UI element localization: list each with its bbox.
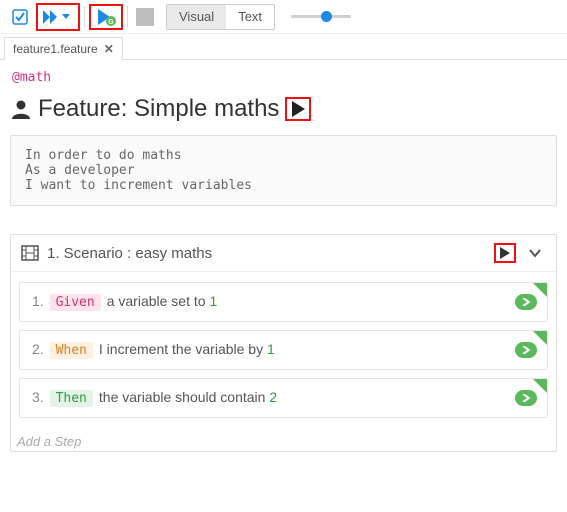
step-keyword: Given — [50, 294, 101, 311]
step-row[interactable]: 1. Given a variable set to 1 — [19, 282, 548, 322]
tab-text[interactable]: Text — [226, 5, 274, 29]
toolbar: G Visual Text — [0, 0, 567, 34]
chevron-down-icon — [62, 14, 70, 20]
check-icon[interactable] — [6, 4, 34, 30]
expand-scenario-button[interactable] — [524, 245, 546, 261]
feature-header: Feature: Simple maths — [10, 95, 557, 123]
add-step-button[interactable]: Add a Step — [11, 432, 556, 451]
tab-visual[interactable]: Visual — [167, 5, 226, 29]
step-row[interactable]: 3. Then the variable should contain 2 — [19, 378, 548, 418]
step-text: I increment the variable by — [99, 341, 267, 357]
step-arg: 2 — [269, 389, 277, 405]
step-number: 3. — [32, 389, 44, 405]
feature-description: In order to do maths As a developer I wa… — [10, 135, 557, 206]
color-swatch[interactable] — [136, 8, 154, 26]
separator — [127, 6, 128, 28]
chevron-down-icon — [528, 247, 542, 259]
svg-text:G: G — [108, 19, 114, 26]
scenario-title: 1. Scenario : easy maths — [47, 245, 486, 262]
chevron-right-icon — [522, 346, 530, 354]
step-run-button[interactable] — [515, 342, 537, 358]
step-text: the variable should contain — [99, 389, 269, 405]
step-text: a variable set to — [107, 293, 210, 309]
editor-tab[interactable]: feature1.feature ✕ — [4, 37, 123, 60]
play-icon — [498, 246, 512, 260]
chevron-right-icon — [522, 298, 530, 306]
film-icon — [21, 245, 39, 261]
step-arg: 1 — [267, 341, 275, 357]
separator — [84, 6, 85, 28]
feature-tag: @math — [12, 70, 557, 85]
tab-filename: feature1.feature — [13, 42, 98, 56]
step-keyword: Then — [50, 390, 93, 407]
step-run-button[interactable] — [515, 390, 537, 406]
step-number: 1. — [32, 293, 44, 309]
steps-list: 1. Given a variable set to 1 2. When I incr… — [11, 272, 556, 432]
editor-tabstrip: feature1.feature ✕ — [0, 34, 567, 60]
run-fast-button[interactable] — [36, 3, 80, 31]
step-row[interactable]: 2. When I increment the variable by 1 — [19, 330, 548, 370]
view-toggle: Visual Text — [166, 4, 275, 30]
close-icon[interactable]: ✕ — [104, 42, 114, 56]
step-arg: 1 — [209, 293, 217, 309]
run-with-badge-button[interactable]: G — [89, 4, 123, 30]
play-icon — [289, 100, 307, 118]
feature-title: Feature: Simple maths — [38, 95, 279, 123]
step-keyword: When — [50, 342, 93, 359]
zoom-slider[interactable] — [291, 15, 351, 18]
step-number: 2. — [32, 341, 44, 357]
chevron-right-icon — [522, 394, 530, 402]
run-feature-button[interactable] — [285, 97, 311, 121]
step-run-button[interactable] — [515, 294, 537, 310]
fast-forward-icon — [42, 9, 60, 25]
person-icon — [10, 98, 32, 120]
scenario-header: 1. Scenario : easy maths — [11, 235, 556, 272]
editor-content: @math Feature: Simple maths In order to … — [0, 60, 567, 476]
scenario-block: 1. Scenario : easy maths 1. Given a varia… — [10, 234, 557, 452]
run-scenario-button[interactable] — [494, 243, 516, 263]
